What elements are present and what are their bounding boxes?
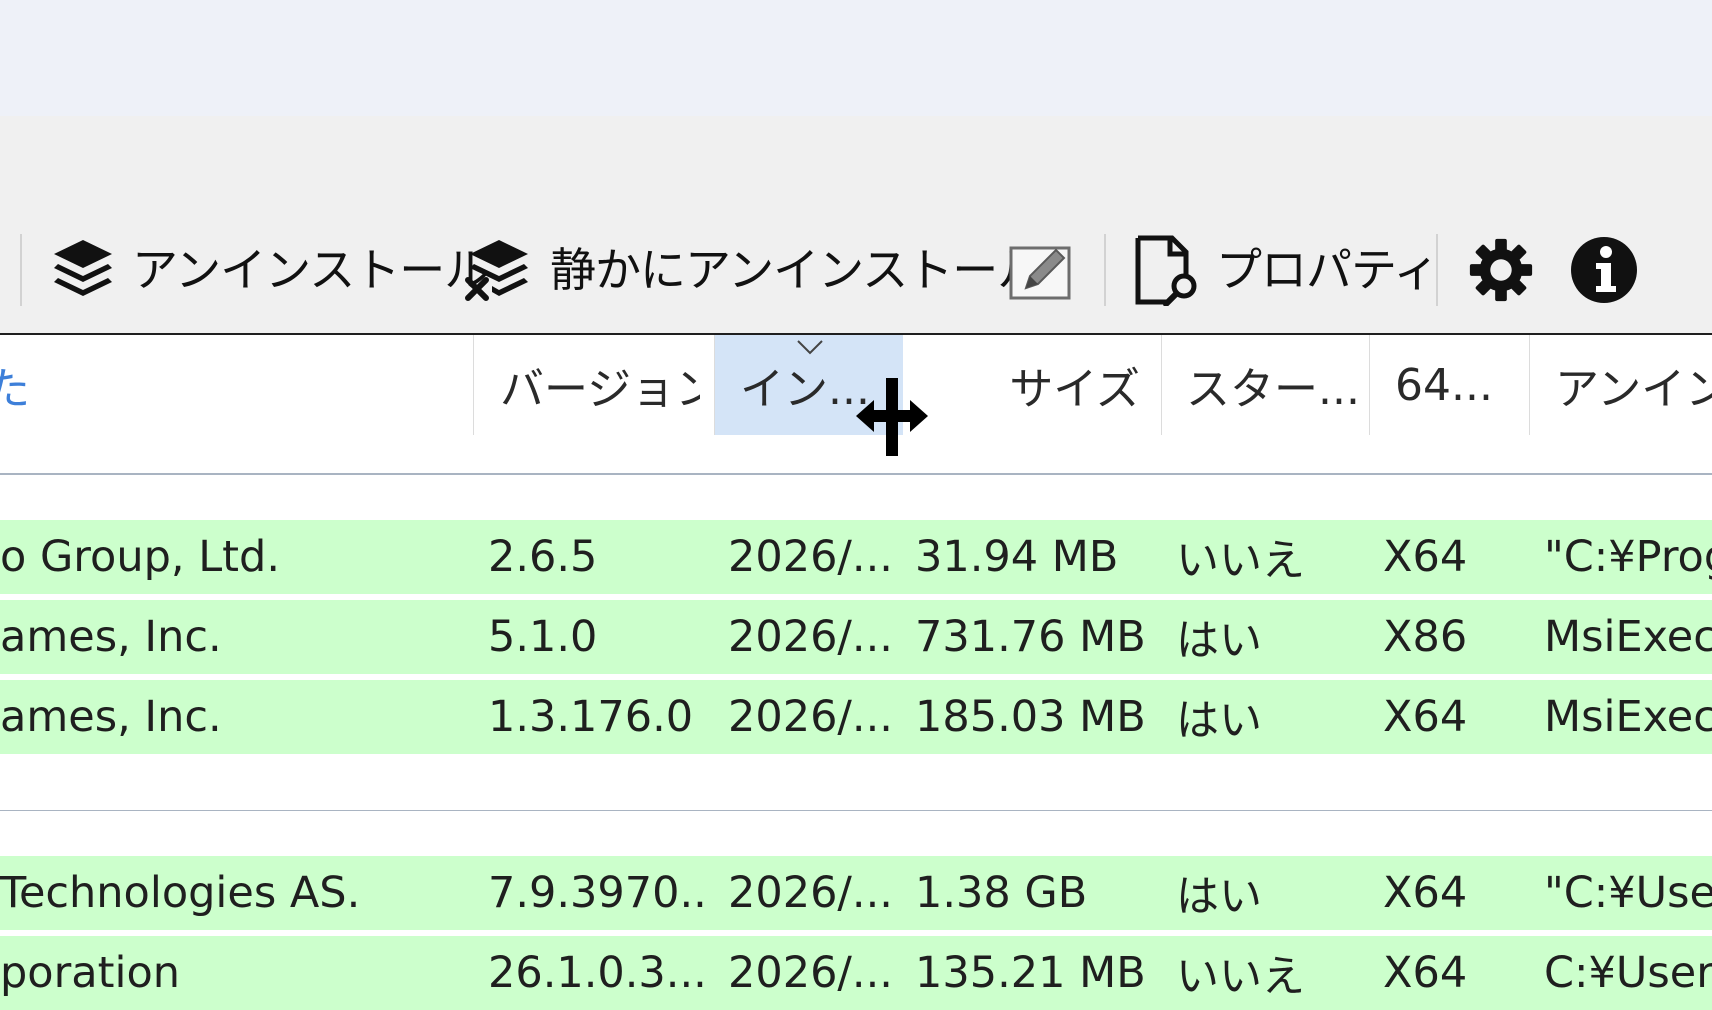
cell-install-date: 2026/... — [728, 612, 893, 662]
column-header-startup[interactable]: スター... — [1186, 335, 1376, 435]
cell-publisher: ames, Inc. — [0, 692, 222, 742]
cell-uninstall-string: MsiExec — [1544, 612, 1712, 662]
column-header-version[interactable]: バージョン — [500, 335, 700, 435]
uninstall-label: アンインストール — [132, 243, 490, 297]
cell-uninstall-string: MsiExec — [1544, 692, 1712, 742]
cell-install-date: 2026/... — [728, 532, 893, 582]
cell-startup: はい — [1176, 616, 1262, 666]
table-row[interactable]: ames, Inc. 1.3.176.0 2026/... 185.03 MB はい X6… — [0, 680, 1712, 754]
window-title-area — [0, 0, 1712, 116]
table-row[interactable]: ames, Inc. 5.1.0 2026/... 731.76 MB はい X86 Msi… — [0, 600, 1712, 674]
table-row[interactable]: poration 26.1.0.3... 2026/... 135.21 MB いいえ X… — [0, 936, 1712, 1010]
cell-publisher: ames, Inc. — [0, 612, 222, 662]
cell-size: 31.94 MB — [915, 532, 1119, 582]
cell-bitness: X64 — [1383, 692, 1468, 742]
quiet-uninstall-label: 静かにアンインストール — [550, 243, 1043, 297]
document-search-icon — [1130, 234, 1200, 306]
cell-startup: いいえ — [1176, 536, 1305, 586]
column-move-cursor-icon — [856, 378, 928, 456]
info-icon — [1569, 234, 1639, 306]
cell-version: 2.6.5 — [488, 532, 598, 582]
cell-uninstall-string: "C:¥Prog — [1544, 532, 1712, 582]
cell-install-date: 2026/... — [728, 868, 893, 918]
cell-install-date: 2026/... — [728, 692, 893, 742]
cell-startup: いいえ — [1176, 952, 1305, 1002]
about-button[interactable] — [1569, 222, 1639, 318]
group-header-divider — [0, 474, 1712, 475]
column-divider[interactable] — [1369, 335, 1370, 435]
cell-version: 5.1.0 — [488, 612, 598, 662]
edit-button[interactable] — [1006, 222, 1076, 318]
cell-bitness: X86 — [1383, 612, 1468, 662]
column-header-size[interactable]: サイズ — [905, 335, 1140, 435]
cell-size: 1.38 GB — [915, 868, 1088, 918]
column-divider[interactable] — [1529, 335, 1530, 435]
uninstall-button[interactable]: アンインストール — [48, 222, 490, 318]
cell-size: 731.76 MB — [915, 612, 1146, 662]
layers-icon — [48, 234, 118, 306]
cell-uninstall-string: C:¥Users — [1544, 948, 1712, 998]
quiet-uninstall-button[interactable]: 静かにアンインストール — [464, 222, 1043, 318]
column-header-bitness[interactable]: 64... — [1395, 335, 1525, 435]
table-row[interactable]: o Group, Ltd. 2.6.5 2026/... 31.94 MB いいえ X64… — [0, 520, 1712, 594]
cell-publisher: Technologies AS. — [0, 868, 361, 918]
table-row[interactable]: Technologies AS. 7.9.3970... 2026/... 1.38 … — [0, 856, 1712, 930]
toolbar: アンインストール 静かにアンインストール プロパティ — [0, 222, 1712, 318]
cell-publisher: poration — [0, 948, 180, 998]
settings-button[interactable] — [1466, 222, 1536, 318]
cell-startup: はい — [1176, 872, 1262, 922]
toolbar-separator — [20, 234, 22, 306]
group-header-divider — [0, 810, 1712, 811]
column-header-uninstall-string[interactable]: アンインス — [1555, 335, 1712, 435]
cell-version: 7.9.3970... — [488, 868, 708, 918]
column-divider[interactable] — [1161, 335, 1162, 435]
toolbar-separator — [1436, 234, 1438, 306]
column-divider[interactable] — [473, 335, 474, 435]
cell-bitness: X64 — [1383, 948, 1468, 998]
cell-startup: はい — [1176, 696, 1262, 746]
cell-version: 26.1.0.3... — [488, 948, 707, 998]
cell-uninstall-string: "C:¥User — [1544, 868, 1712, 918]
properties-label: プロパティ — [1216, 243, 1439, 297]
cell-install-date: 2026/... — [728, 948, 893, 998]
cell-size: 135.21 MB — [915, 948, 1146, 998]
column-header-name[interactable]: た — [0, 335, 40, 435]
properties-button[interactable]: プロパティ — [1130, 222, 1439, 318]
toolbar-separator — [1104, 234, 1106, 306]
cell-size: 185.03 MB — [915, 692, 1146, 742]
gear-icon — [1466, 234, 1536, 306]
cell-bitness: X64 — [1383, 868, 1468, 918]
cell-version: 1.3.176.0 — [488, 692, 694, 742]
cell-bitness: X64 — [1383, 532, 1468, 582]
pencil-edit-icon — [1006, 234, 1076, 306]
cell-publisher: o Group, Ltd. — [0, 532, 281, 582]
column-divider[interactable] — [714, 335, 715, 435]
layers-x-icon — [464, 234, 534, 306]
